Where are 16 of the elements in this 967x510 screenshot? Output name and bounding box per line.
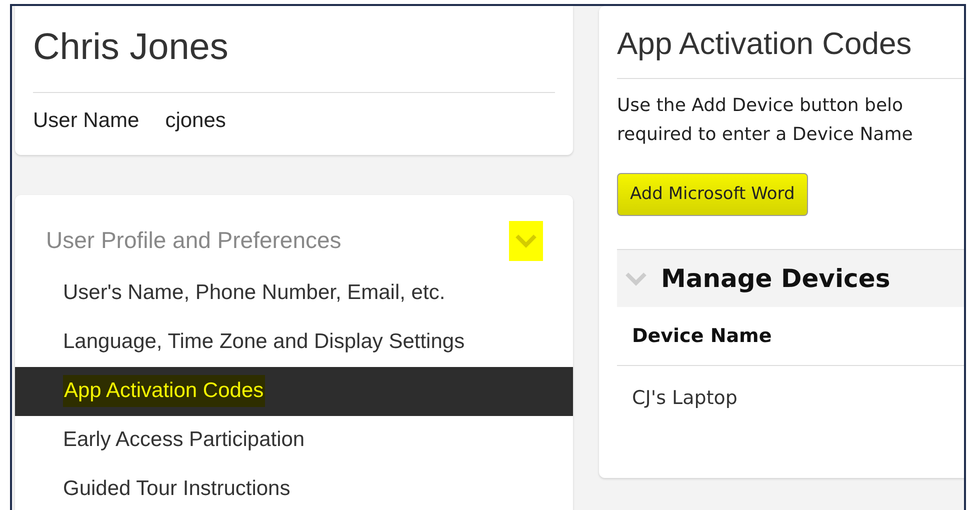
- menu-item[interactable]: Language, Time Zone and Display Settings: [15, 318, 573, 366]
- add-button[interactable]: Add Microsoft Word: [617, 173, 808, 216]
- menu-item[interactable]: Early Access Participation: [15, 416, 573, 464]
- table-cell-text: CJ's Laptop: [632, 386, 738, 411]
- menu-item[interactable]: User's Name, Phone Number, Email, etc.: [15, 268, 573, 318]
- column-header: Device Name: [632, 324, 772, 349]
- menu-item[interactable]: App Activation Codes: [15, 366, 573, 416]
- panel-title: App Activation Codes: [617, 22, 964, 79]
- field-label: User Name: [33, 108, 140, 134]
- chevron-icon[interactable]: [509, 220, 543, 260]
- menu-item[interactable]: Guided Tour Instructions: [15, 464, 573, 510]
- user-full-name: Chris Jones: [33, 24, 555, 93]
- description-text: Use the Add Device button belo required to enter a Device Name: [617, 94, 914, 147]
- section-header[interactable]: Manage Devices: [617, 249, 964, 307]
- field-value: cjones: [165, 108, 226, 134]
- section-title: User Profile and Preferences: [46, 226, 342, 256]
